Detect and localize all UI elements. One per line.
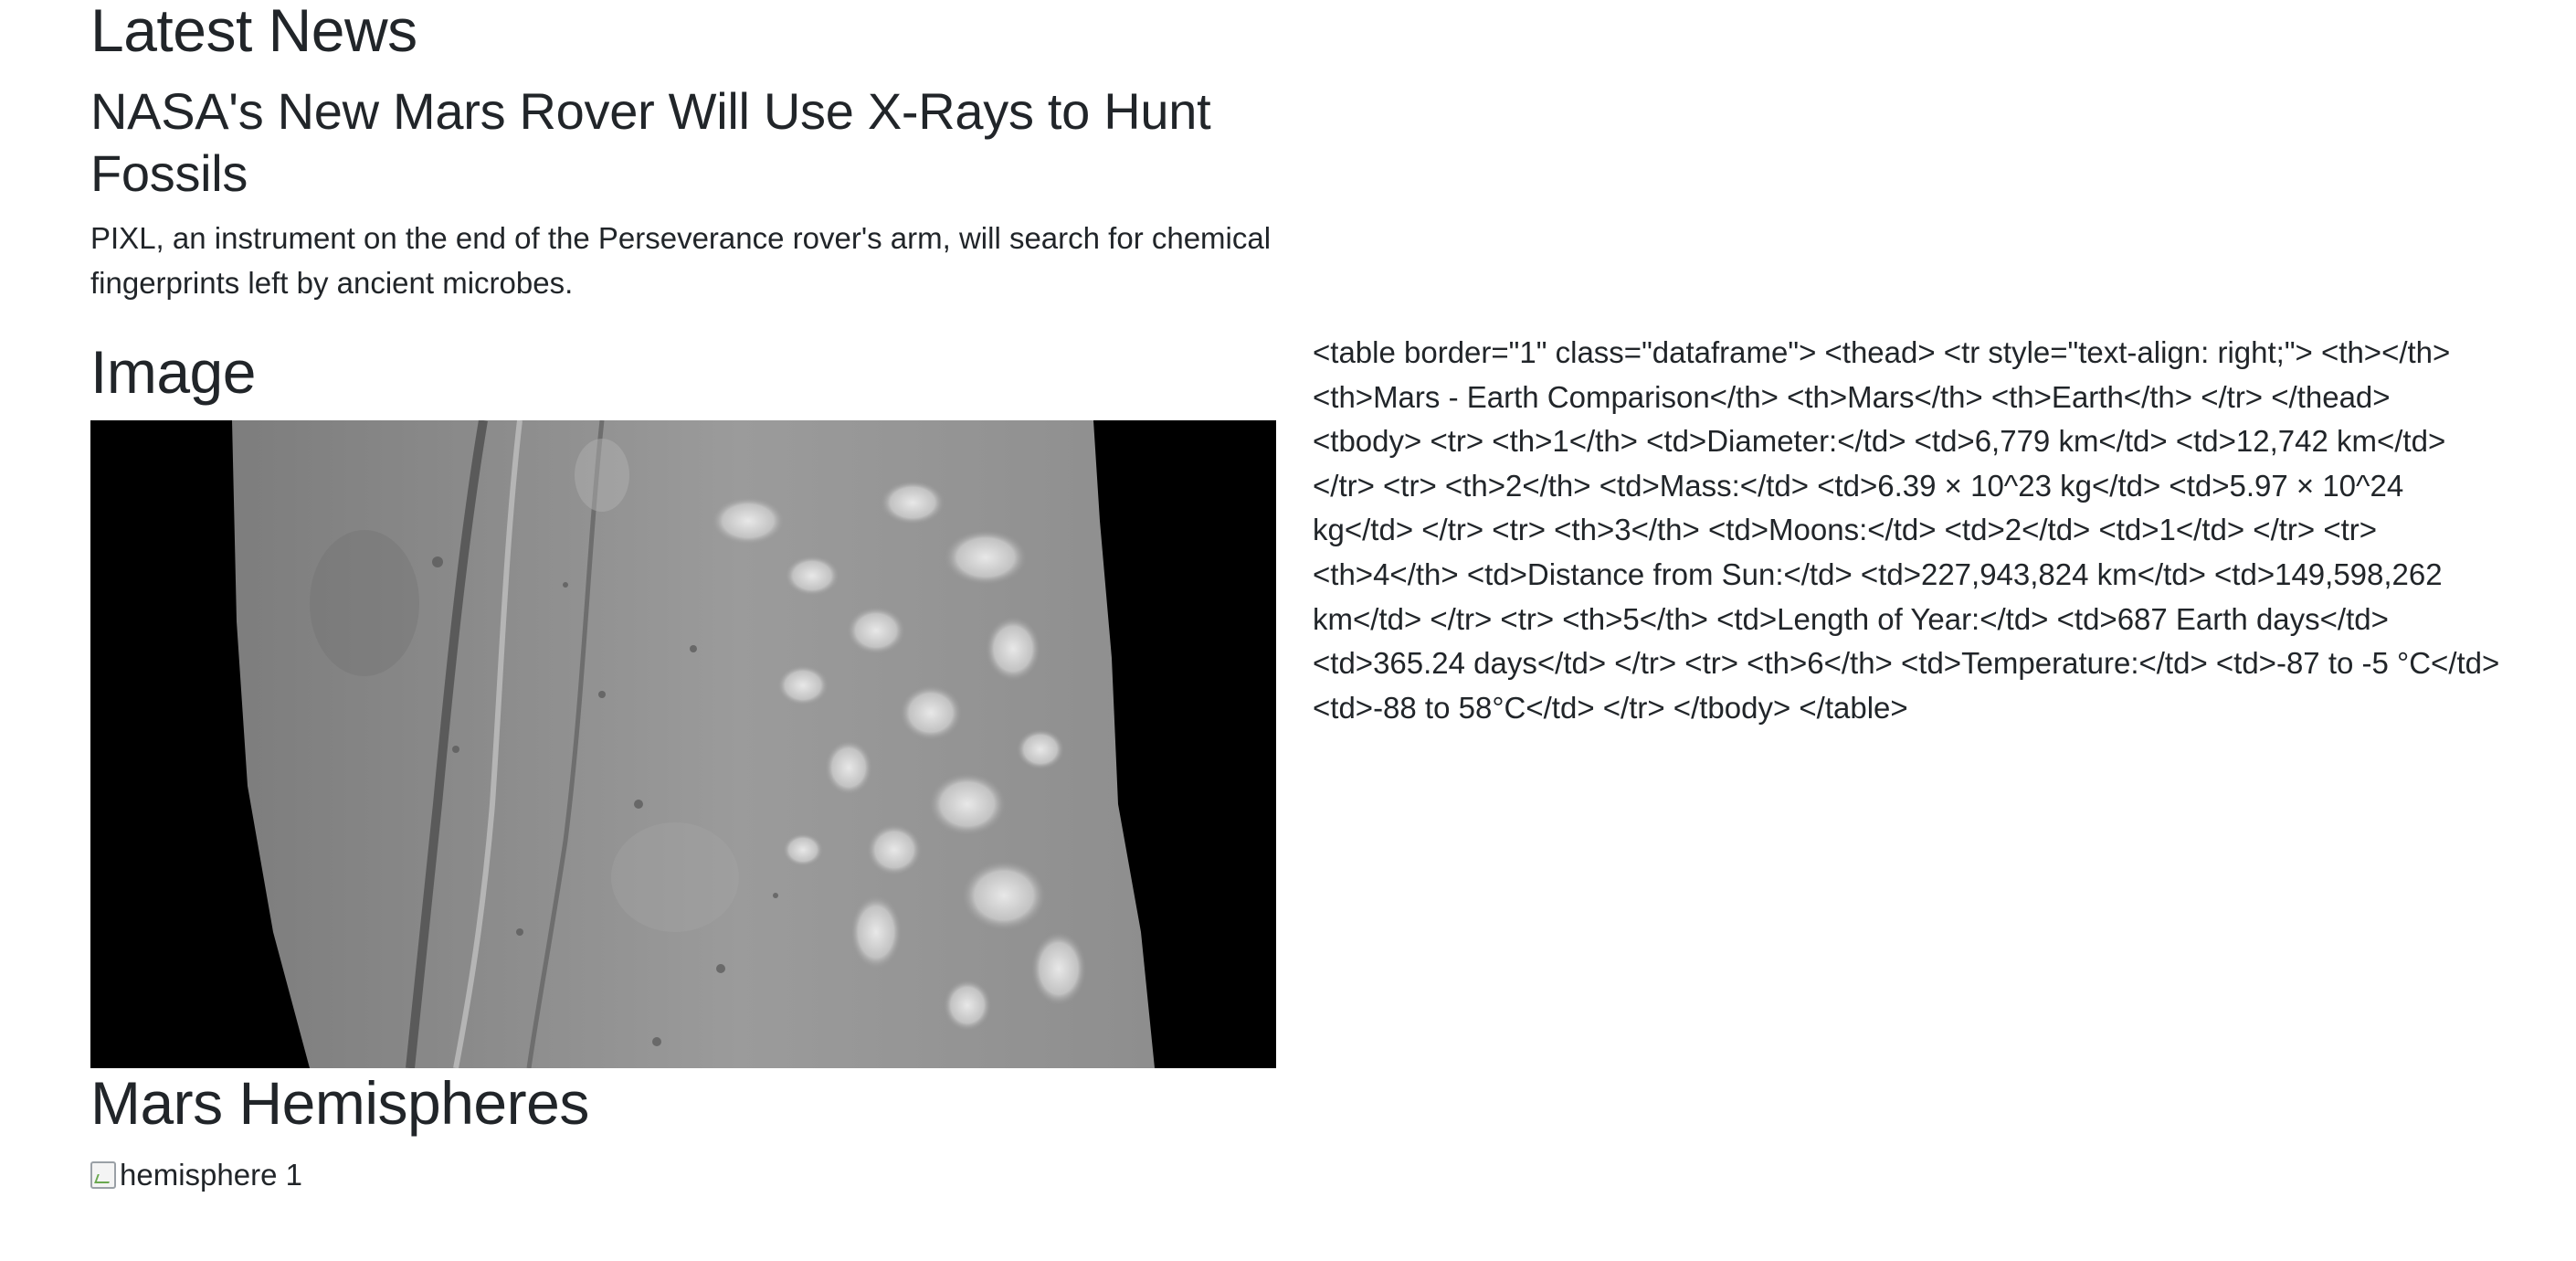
page: Latest News NASA's New Mars Rover Will U… (0, 0, 2576, 1261)
mars-facts-raw-table-text: <table border="1" class="dataframe"> <th… (1313, 335, 2500, 725)
news-teaser: PIXL, an instrument on the end of the Pe… (90, 221, 1272, 300)
mars-terrain-image (90, 420, 1276, 1068)
latest-news-title: Latest News (90, 0, 417, 64)
hemisphere-image-1: hemisphere 1 (90, 1157, 302, 1193)
broken-image-icon (90, 1161, 116, 1189)
featured-image-title: Image (90, 338, 256, 406)
featured-mars-image (90, 420, 1276, 1068)
right-column: <table border="1" class="dataframe"> <th… (1313, 331, 2500, 730)
mars-hemispheres-title: Mars Hemispheres (90, 1069, 589, 1137)
news-headline: NASA's New Mars Rover Will Use X-Rays to… (90, 82, 1211, 202)
hemisphere-image-alt: hemisphere 1 (120, 1158, 302, 1192)
